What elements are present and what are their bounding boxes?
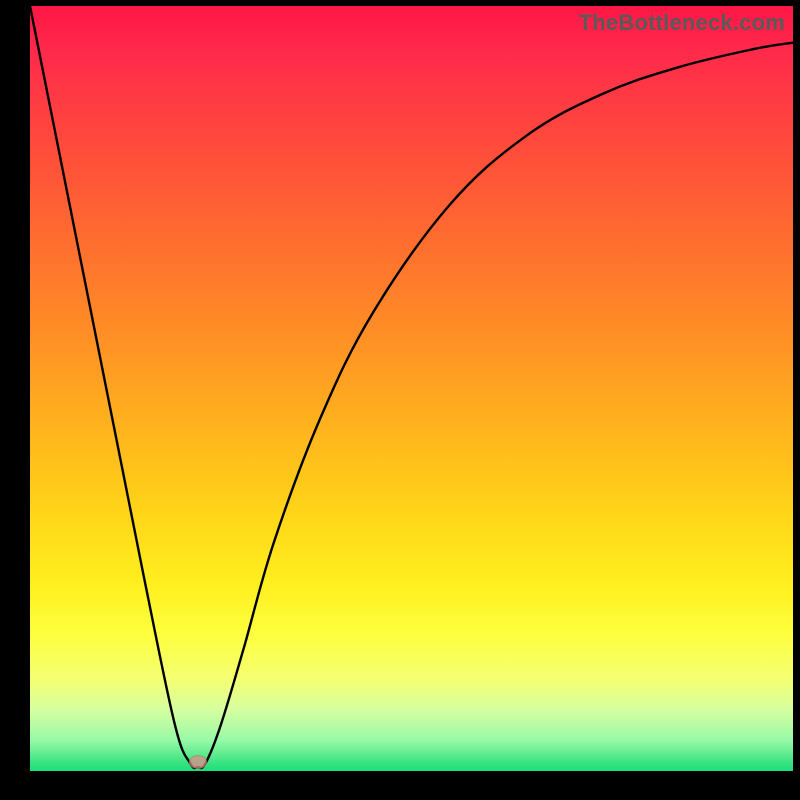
watermark-text: TheBottleneck.com	[579, 10, 785, 36]
plot-area: TheBottleneck.com	[30, 6, 793, 771]
bottleneck-curve	[30, 6, 793, 771]
chart-frame: TheBottleneck.com	[0, 0, 800, 800]
minimum-marker-icon	[189, 755, 207, 769]
